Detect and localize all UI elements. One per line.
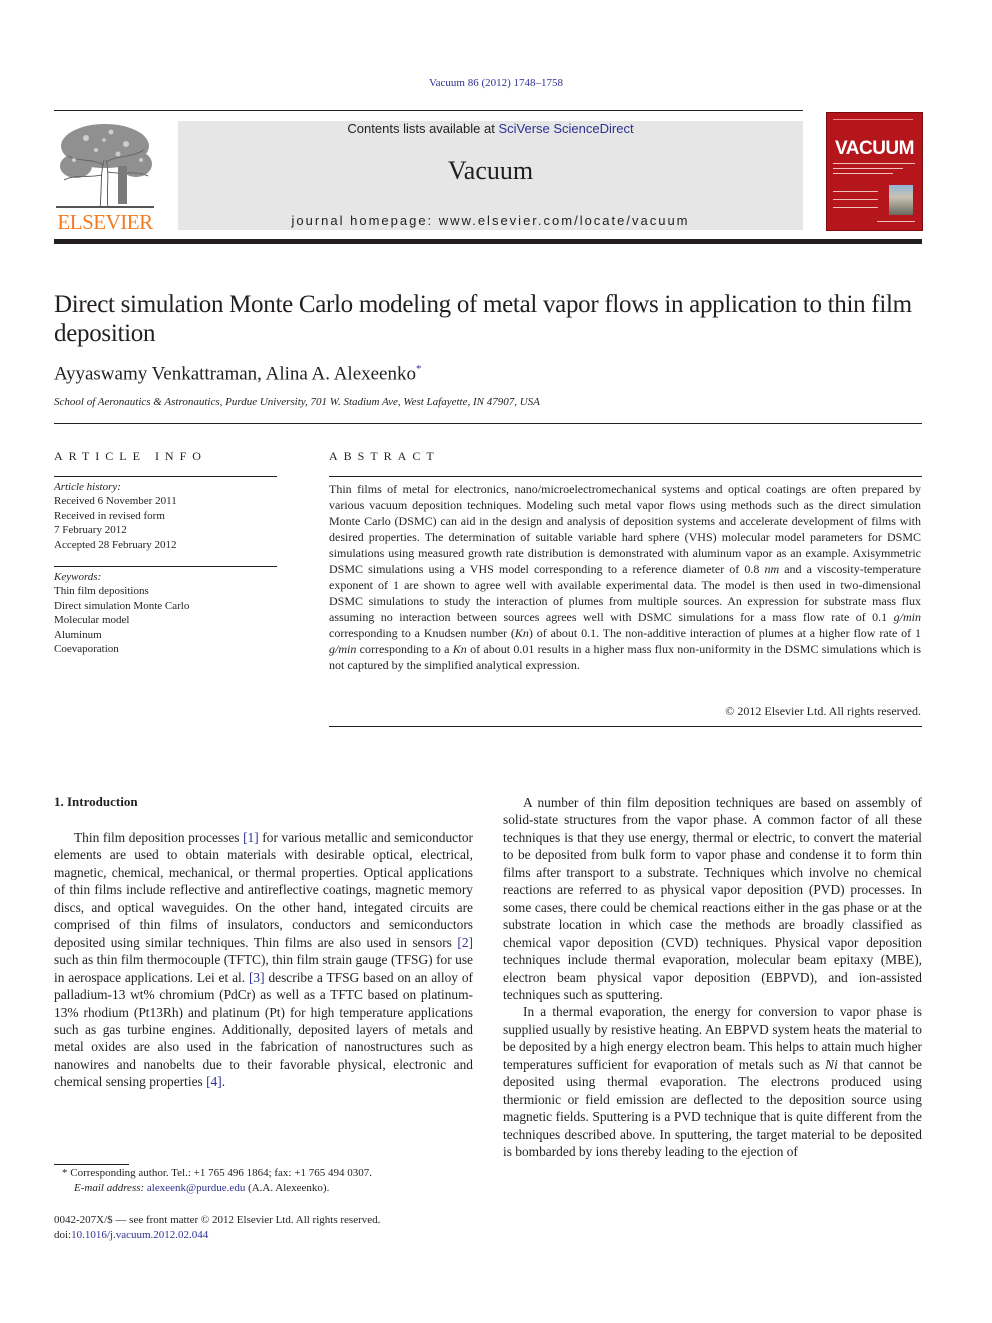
- abstract-copyright: © 2012 Elsevier Ltd. All rights reserved…: [725, 704, 921, 718]
- title-rule: [54, 423, 922, 424]
- keywords-rule: [54, 566, 277, 567]
- cover-editor-line: [833, 199, 878, 200]
- journal-citation[interactable]: Vacuum 86 (2012) 1748–1758: [0, 77, 992, 89]
- footnote-rule: [54, 1164, 129, 1165]
- cover-subtitle-line: [833, 173, 893, 174]
- keywords-label: Keywords:: [54, 571, 102, 583]
- abstract-text: Thin films of metal for electronics, nan…: [329, 481, 921, 673]
- keyword-item: Thin film depositions: [54, 585, 149, 598]
- footnote-contact: Corresponding author. Tel.: +1 765 496 1…: [67, 1167, 372, 1179]
- tree-icon: [56, 124, 154, 209]
- journal-homepage[interactable]: journal homepage: www.elsevier.com/locat…: [178, 213, 803, 228]
- elsevier-wordmark: ELSEVIER: [57, 210, 153, 234]
- text-segment: for various metallic and semiconductor e…: [54, 830, 473, 950]
- abstract-symbol: Kn: [452, 642, 467, 656]
- contents-line: Contents lists available at SciVerse Sci…: [178, 121, 803, 136]
- footnote-line: * Corresponding author. Tel.: +1 765 496…: [54, 1166, 474, 1181]
- abstract-unit: nm: [764, 562, 780, 576]
- abstract-segment: corresponding to a: [356, 642, 453, 656]
- footnote-email-line: E-mail address: alexeenk@purdue.edu (A.A…: [54, 1181, 474, 1196]
- text-segment: .: [221, 1074, 226, 1090]
- email-suffix: (A.A. Alexeenko).: [245, 1182, 330, 1194]
- doi-link[interactable]: 10.1016/j.vacuum.2012.02.044: [71, 1229, 208, 1241]
- cover-editor-line: [833, 191, 878, 192]
- cover-subtitle-line: [833, 168, 903, 169]
- cover-editor-line: [833, 207, 878, 208]
- article-title: Direct simulation Monte Carlo modeling o…: [54, 291, 912, 347]
- article-info-heading: ARTICLE INFO: [54, 449, 207, 463]
- contents-prefix: Contents lists available at: [347, 121, 499, 136]
- author-names: Ayyaswamy Venkattraman, Alina A. Alexeen…: [54, 363, 416, 385]
- abstract-unit: g/min: [329, 642, 357, 656]
- text-segment: describe a TFSG based on an alloy of pal…: [54, 969, 473, 1090]
- keyword-item: Coevaporation: [54, 643, 119, 656]
- cover-title: VACUUM: [835, 138, 914, 159]
- doi-line: doi:10.1016/j.vacuum.2012.02.044: [54, 1228, 474, 1243]
- sciencedirect-link[interactable]: SciVerse ScienceDirect: [498, 121, 633, 136]
- reference-link[interactable]: [3]: [249, 970, 265, 985]
- cover-footer-line: [877, 221, 915, 222]
- cover-photo: [889, 185, 913, 215]
- body-paragraph: In a thermal evaporation, the energy for…: [503, 1003, 922, 1160]
- text-segment: that cannot be deposited using thermal e…: [503, 1056, 922, 1160]
- corresponding-author-mark[interactable]: *: [416, 363, 422, 375]
- corresponding-author-footnote: * Corresponding author. Tel.: +1 765 496…: [54, 1166, 474, 1196]
- email-label: E-mail address:: [74, 1182, 145, 1194]
- abstract-unit: g/min: [893, 610, 921, 624]
- body-paragraph: A number of thin film deposition techniq…: [503, 795, 922, 1002]
- history-label: Article history:: [54, 481, 121, 493]
- article-info-rule: [54, 476, 277, 477]
- abstract-rule: [329, 476, 922, 477]
- text-segment: Thin film deposition processes: [74, 830, 244, 845]
- cover-header-line: [833, 119, 913, 120]
- cover-subtitle-line: [833, 163, 915, 164]
- abstract-symbol: Kn: [514, 626, 529, 640]
- authors: Ayyaswamy Venkattraman, Alina A. Alexeen…: [54, 363, 422, 385]
- journal-cover[interactable]: VACUUM: [826, 112, 923, 231]
- keyword-item: Direct simulation Monte Carlo: [54, 599, 190, 612]
- header-thick-rule: [54, 239, 922, 244]
- front-matter-line: 0042-207X/$ — see front matter © 2012 El…: [54, 1214, 381, 1226]
- abstract-heading: ABSTRACT: [329, 449, 440, 463]
- history-item: Received in revised form: [54, 509, 165, 522]
- abstract-segment: corresponding to a Knudsen number (: [329, 626, 515, 640]
- right-column: A number of thin film deposition techniq…: [503, 794, 922, 1161]
- element-symbol: Ni: [825, 1056, 838, 1072]
- elsevier-logo[interactable]: ELSEVIER: [54, 120, 156, 234]
- reference-link[interactable]: [4]: [206, 1074, 222, 1089]
- journal-banner: Contents lists available at SciVerse Sci…: [178, 121, 803, 230]
- keyword-item: Molecular model: [54, 614, 130, 627]
- journal-title: Vacuum: [447, 156, 534, 185]
- left-column: Thin film deposition processes [1] for v…: [54, 829, 473, 1091]
- doi-prefix: doi:: [54, 1229, 72, 1241]
- reference-link[interactable]: [2]: [457, 935, 473, 950]
- intro-paragraph: Thin film deposition processes [1] for v…: [54, 829, 473, 1091]
- history-item: 7 February 2012: [54, 524, 127, 537]
- keyword-item: Aluminum: [54, 628, 102, 641]
- front-matter: 0042-207X/$ — see front matter © 2012 El…: [54, 1213, 474, 1243]
- abstract-segment: ) of about 0.1. The non-additive interac…: [528, 626, 921, 640]
- article-history: Article history: Received 6 November 201…: [54, 480, 277, 552]
- header-rule: [54, 110, 803, 111]
- reference-link[interactable]: [1]: [243, 830, 259, 845]
- section-heading-introduction: 1. Introduction: [54, 794, 138, 809]
- history-item: Accepted 28 February 2012: [54, 538, 177, 551]
- email-link[interactable]: alexeenk@purdue.edu: [147, 1182, 245, 1194]
- history-item: Received 6 November 2011: [54, 495, 177, 508]
- abstract-bottom-rule: [329, 726, 922, 727]
- keywords: Keywords: Thin film depositions Direct s…: [54, 570, 277, 656]
- affiliation: School of Aeronautics & Astronautics, Pu…: [54, 396, 540, 408]
